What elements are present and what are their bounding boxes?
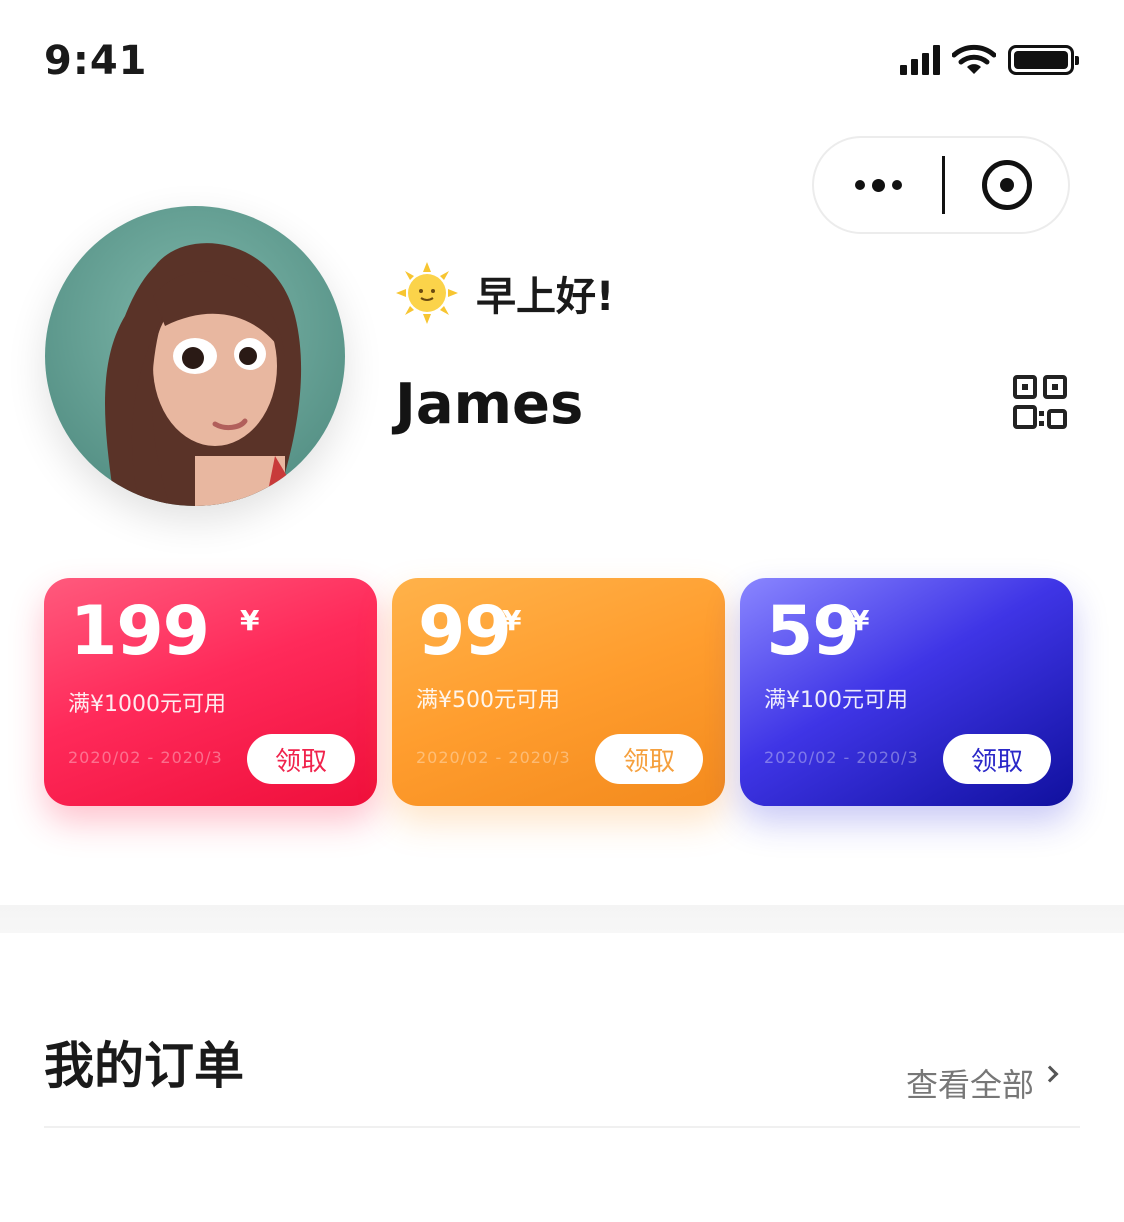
coupon-card-59: 59 ¥ 满¥100元可用 2020/02 - 2020/3 领取	[740, 578, 1073, 806]
chevron-right-icon	[1041, 1065, 1059, 1083]
coupon-amount: 99	[418, 592, 512, 671]
coupon-amount: 59	[766, 592, 860, 671]
qr-code-icon[interactable]	[1012, 374, 1068, 430]
coupon-dates: 2020/02 - 2020/3	[416, 748, 571, 767]
view-all-orders-link[interactable]: 查看全部	[906, 1060, 1059, 1106]
orders-divider	[44, 1126, 1080, 1128]
claim-button[interactable]: 领取	[247, 734, 355, 784]
sun-icon	[396, 262, 458, 324]
mini-program-capsule	[812, 136, 1070, 234]
coupon-currency: ¥	[240, 604, 260, 637]
coupon-dates: 2020/02 - 2020/3	[68, 748, 223, 767]
status-time: 9:41	[44, 38, 148, 84]
username: James	[395, 372, 584, 437]
status-icons	[900, 44, 1079, 76]
section-divider	[0, 905, 1124, 933]
wifi-icon	[952, 44, 996, 74]
coupon-condition: 满¥500元可用	[416, 688, 560, 713]
orders-section-title: 我的订单	[44, 1037, 244, 1095]
close-button[interactable]	[945, 160, 1068, 210]
coupon-condition: 满¥1000元可用	[68, 692, 226, 717]
coupon-card-199: 199 ¥ 满¥1000元可用 2020/02 - 2020/3 领取	[44, 578, 377, 806]
more-dots-icon[interactable]	[814, 138, 942, 232]
greeting-text: 早上好!	[476, 274, 615, 320]
coupon-currency: ¥	[502, 604, 522, 637]
coupon-amount: 199	[70, 592, 210, 671]
signal-icon	[900, 45, 940, 75]
coupon-condition: 满¥100元可用	[764, 688, 908, 713]
coupon-card-99: 99 ¥ 满¥500元可用 2020/02 - 2020/3 领取	[392, 578, 725, 806]
claim-button[interactable]: 领取	[943, 734, 1051, 784]
profile-screen: 9:41 早上好! James 199 ¥ 满¥1000元可用 2020/02 …	[0, 0, 1124, 1222]
coupon-currency: ¥	[850, 604, 870, 637]
battery-icon	[1008, 45, 1079, 75]
view-all-label: 查看全部	[906, 1066, 1035, 1104]
target-icon	[981, 160, 1032, 210]
avatar[interactable]	[45, 206, 345, 506]
coupon-dates: 2020/02 - 2020/3	[764, 748, 919, 767]
claim-button[interactable]: 领取	[595, 734, 703, 784]
